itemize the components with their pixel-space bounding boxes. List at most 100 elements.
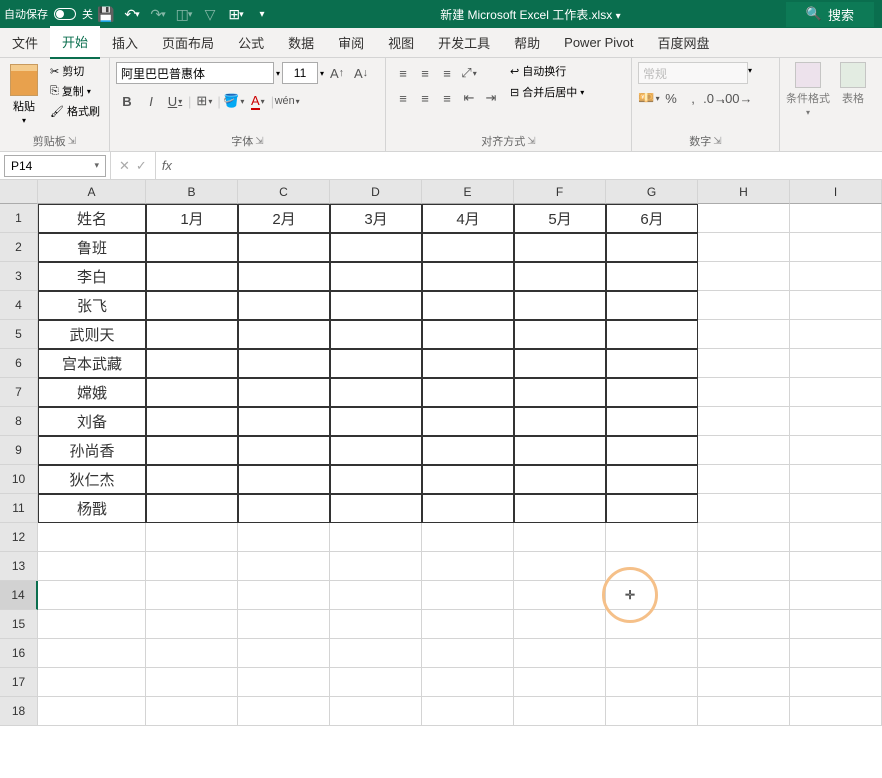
- cell-F16[interactable]: [514, 639, 606, 668]
- cell-H16[interactable]: [698, 639, 790, 668]
- cell-B15[interactable]: [146, 610, 238, 639]
- cell-G5[interactable]: [606, 320, 698, 349]
- filter-icon[interactable]: ▽: [200, 4, 220, 24]
- cell-G11[interactable]: [606, 494, 698, 523]
- cell-G4[interactable]: [606, 291, 698, 320]
- cell-C4[interactable]: [238, 291, 330, 320]
- autosave-toggle[interactable]: 自动保存 关: [4, 6, 93, 22]
- cell-G8[interactable]: [606, 407, 698, 436]
- save-icon[interactable]: 💾: [96, 4, 116, 24]
- cell-H18[interactable]: [698, 697, 790, 726]
- tab-powerpivot[interactable]: Power Pivot: [552, 29, 645, 56]
- cell-I18[interactable]: [790, 697, 882, 726]
- cell-C8[interactable]: [238, 407, 330, 436]
- row-header-6[interactable]: 6: [0, 349, 38, 378]
- cell-G16[interactable]: [606, 639, 698, 668]
- cell-E8[interactable]: [422, 407, 514, 436]
- cell-I9[interactable]: [790, 436, 882, 465]
- cell-F15[interactable]: [514, 610, 606, 639]
- cell-C12[interactable]: [238, 523, 330, 552]
- cell-D10[interactable]: [330, 465, 422, 494]
- cell-E13[interactable]: [422, 552, 514, 581]
- cell-C9[interactable]: [238, 436, 330, 465]
- italic-button[interactable]: I: [140, 90, 162, 112]
- paste-button[interactable]: 粘贴 ▾: [6, 62, 42, 131]
- cell-H3[interactable]: [698, 262, 790, 291]
- cell-E15[interactable]: [422, 610, 514, 639]
- redo-icon[interactable]: ↷▾: [148, 4, 168, 24]
- cell-I8[interactable]: [790, 407, 882, 436]
- currency-button[interactable]: 💴▾: [638, 87, 660, 109]
- col-header-F[interactable]: F: [514, 180, 606, 204]
- font-name-select[interactable]: [116, 62, 274, 84]
- row-header-15[interactable]: 15: [0, 610, 38, 639]
- cell-A14[interactable]: [38, 581, 146, 610]
- cell-B14[interactable]: [146, 581, 238, 610]
- comma-button[interactable]: ,: [682, 87, 704, 109]
- tab-baidu[interactable]: 百度网盘: [646, 27, 722, 58]
- cell-A10[interactable]: 狄仁杰: [38, 465, 146, 494]
- cell-F9[interactable]: [514, 436, 606, 465]
- percent-button[interactable]: %: [660, 87, 682, 109]
- cell-H4[interactable]: [698, 291, 790, 320]
- cell-F1[interactable]: 5月: [514, 204, 606, 233]
- cell-G2[interactable]: [606, 233, 698, 262]
- row-header-4[interactable]: 4: [0, 291, 38, 320]
- fx-icon[interactable]: fx: [156, 158, 178, 173]
- cell-B3[interactable]: [146, 262, 238, 291]
- align-middle-button[interactable]: ≡: [414, 62, 436, 84]
- font-launcher[interactable]: ⇲: [255, 136, 263, 147]
- tab-home[interactable]: 开始: [50, 26, 100, 59]
- cell-B12[interactable]: [146, 523, 238, 552]
- font-size-select[interactable]: [282, 62, 318, 84]
- cell-I12[interactable]: [790, 523, 882, 552]
- tab-dev[interactable]: 开发工具: [426, 27, 502, 58]
- row-header-17[interactable]: 17: [0, 668, 38, 697]
- tab-view[interactable]: 视图: [376, 27, 426, 58]
- cell-A3[interactable]: 李白: [38, 262, 146, 291]
- cell-A12[interactable]: [38, 523, 146, 552]
- cut-button[interactable]: ✂剪切: [48, 62, 102, 80]
- cell-I15[interactable]: [790, 610, 882, 639]
- cell-F10[interactable]: [514, 465, 606, 494]
- cell-D6[interactable]: [330, 349, 422, 378]
- cell-F8[interactable]: [514, 407, 606, 436]
- cell-F5[interactable]: [514, 320, 606, 349]
- tab-insert[interactable]: 插入: [100, 27, 150, 58]
- cell-D13[interactable]: [330, 552, 422, 581]
- clipboard-launcher[interactable]: ⇲: [68, 136, 76, 147]
- cell-A5[interactable]: 武则天: [38, 320, 146, 349]
- cell-F6[interactable]: [514, 349, 606, 378]
- cell-D7[interactable]: [330, 378, 422, 407]
- border-button[interactable]: ⊞▾: [193, 90, 215, 112]
- cell-F17[interactable]: [514, 668, 606, 697]
- cell-C7[interactable]: [238, 378, 330, 407]
- cell-D12[interactable]: [330, 523, 422, 552]
- cell-F7[interactable]: [514, 378, 606, 407]
- phonetic-button[interactable]: wén▾: [276, 90, 298, 112]
- col-header-I[interactable]: I: [790, 180, 882, 204]
- row-header-13[interactable]: 13: [0, 552, 38, 581]
- cell-I2[interactable]: [790, 233, 882, 262]
- tab-review[interactable]: 审阅: [326, 27, 376, 58]
- cell-B10[interactable]: [146, 465, 238, 494]
- orientation-button[interactable]: ⤢▾: [458, 62, 480, 84]
- cell-G15[interactable]: [606, 610, 698, 639]
- cell-C18[interactable]: [238, 697, 330, 726]
- cell-B7[interactable]: [146, 378, 238, 407]
- cell-H14[interactable]: [698, 581, 790, 610]
- cell-G10[interactable]: [606, 465, 698, 494]
- cell-B4[interactable]: [146, 291, 238, 320]
- cell-F4[interactable]: [514, 291, 606, 320]
- cell-I1[interactable]: [790, 204, 882, 233]
- select-all-corner[interactable]: [0, 180, 38, 204]
- customize-qat-dropdown[interactable]: ▾: [252, 4, 272, 24]
- cell-D8[interactable]: [330, 407, 422, 436]
- row-header-8[interactable]: 8: [0, 407, 38, 436]
- cell-G17[interactable]: [606, 668, 698, 697]
- align-center-button[interactable]: ≡: [414, 87, 436, 109]
- decrease-decimal-button[interactable]: .00→: [726, 87, 748, 109]
- cell-F13[interactable]: [514, 552, 606, 581]
- col-header-E[interactable]: E: [422, 180, 514, 204]
- cell-A11[interactable]: 杨戬: [38, 494, 146, 523]
